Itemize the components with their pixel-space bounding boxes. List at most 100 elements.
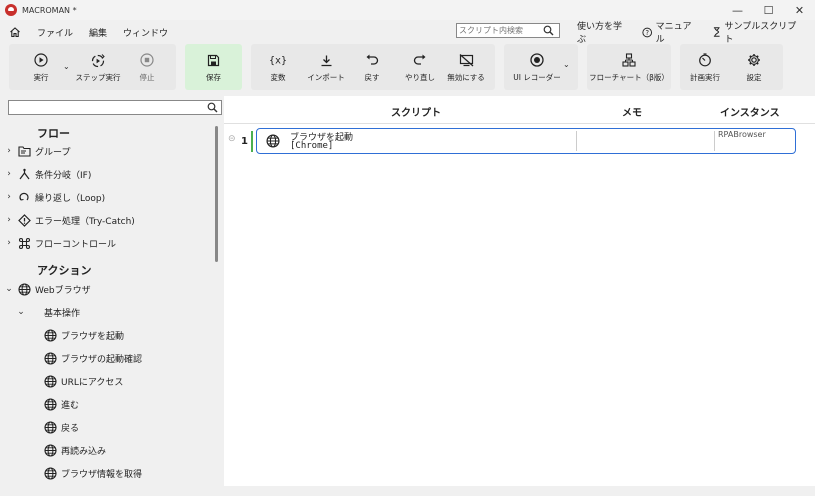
stop-label: 停止 — [139, 73, 155, 82]
tree-item-label: フローコントロール — [35, 239, 117, 250]
tree-item-label: 繰り返し（Loop) — [35, 193, 106, 204]
settings-button[interactable]: 設定 — [736, 44, 772, 90]
save-button[interactable]: 保存 — [185, 44, 242, 90]
action-back[interactable]: 戻る — [40, 418, 79, 436]
run-button[interactable]: 実行 — [24, 44, 58, 90]
tree-item-try-catch[interactable]: › エラー処理（Try-Catch) — [4, 211, 135, 229]
menu-file[interactable]: ファイル — [37, 26, 73, 39]
run-options-chevron-icon[interactable]: ⌄ — [63, 62, 70, 71]
action-check-browser[interactable]: ブラウザの起動確認 — [40, 349, 142, 367]
action-reload[interactable]: 再読み込み — [40, 441, 106, 459]
tree-item-group[interactable]: › グループ — [4, 142, 70, 160]
import-button[interactable]: インポート — [306, 44, 346, 90]
step-run-button[interactable]: ステップ実行 — [76, 44, 121, 90]
save-disk-icon — [207, 51, 220, 69]
schedule-button[interactable]: 計画実行 — [686, 44, 724, 90]
globe-icon — [42, 465, 58, 481]
tree-item-if[interactable]: › 条件分岐（IF) — [4, 165, 91, 183]
stop-button[interactable]: 停止 — [132, 44, 162, 90]
tree-item-label: 基本操作 — [44, 308, 81, 319]
redo-label: やり直し — [405, 73, 435, 82]
settings-label: 設定 — [746, 73, 762, 82]
sample-script-icon — [713, 27, 720, 37]
action-sidebar: フロー › グループ › 条件分岐（IF) › 繰り返し（Loop) › エラー… — [0, 96, 224, 496]
ui-recorder-button[interactable]: UI レコーダー — [510, 44, 564, 90]
undo-label: 戻す — [364, 73, 380, 82]
flowchart-button[interactable]: フローチャート（β版） — [587, 44, 671, 90]
column-divider — [714, 131, 715, 151]
action-label: URLにアクセス — [61, 377, 124, 388]
sample-script-link[interactable]: サンプルスクリプト — [712, 19, 801, 45]
row-number: 1 — [241, 136, 248, 147]
globe-icon — [42, 419, 58, 435]
save-label: 保存 — [206, 73, 221, 82]
flowchart-icon — [622, 51, 636, 69]
variable-icon: {x} — [270, 51, 286, 69]
redo-button[interactable]: やり直し — [402, 44, 438, 90]
folder-icon — [16, 143, 32, 159]
action-label: ブラウザ情報を取得 — [61, 469, 143, 480]
collapse-chevron-icon[interactable]: ⌄ — [4, 284, 14, 294]
action-search-input[interactable] — [9, 101, 199, 114]
action-label: 進む — [61, 400, 80, 411]
action-section-header: アクション — [37, 264, 92, 277]
svg-text:{x}: {x} — [270, 56, 286, 67]
tree-item-web-browser[interactable]: ⌄ Webブラウザ — [4, 280, 91, 298]
disable-screen-icon — [459, 51, 474, 69]
sidebar-scrollbar[interactable] — [215, 126, 218, 262]
tree-item-basic-ops[interactable]: ⌄ 基本操作 — [16, 303, 80, 321]
timer-icon — [698, 51, 712, 69]
close-button[interactable]: ✕ — [784, 0, 815, 20]
action-browser-info[interactable]: ブラウザ情報を取得 — [40, 464, 142, 482]
globe-icon — [42, 327, 58, 343]
variable-button[interactable]: {x} 変数 — [262, 44, 294, 90]
globe-icon — [42, 350, 58, 366]
learn-link-label: 使い方を学ぶ — [577, 22, 623, 45]
script-row[interactable]: ⊝ 1 ブラウザを起動 [Chrome] RPABrowser — [224, 128, 815, 154]
menu-edit[interactable]: 編集 — [89, 26, 107, 39]
search-icon[interactable] — [207, 102, 218, 116]
window-controls: — ☐ ✕ — [722, 0, 815, 20]
action-launch-browser[interactable]: ブラウザを起動 — [40, 326, 124, 344]
search-icon[interactable] — [543, 25, 554, 39]
schedule-label: 計画実行 — [690, 73, 720, 82]
expand-chevron-icon[interactable]: › — [4, 238, 14, 248]
warning-icon — [16, 212, 32, 228]
manual-link[interactable]: ? マニュアル — [642, 19, 698, 45]
globe-icon — [266, 134, 280, 151]
tree-item-flow-control[interactable]: › フローコントロール — [4, 234, 116, 252]
minimize-button[interactable]: — — [722, 0, 753, 20]
expand-chevron-icon[interactable]: › — [4, 192, 14, 202]
script-search-input[interactable] — [457, 26, 537, 35]
action-tree: フロー › グループ › 条件分岐（IF) › 繰り返し（Loop) › エラー… — [0, 120, 214, 486]
disable-button[interactable]: 無効にする — [446, 44, 486, 90]
recorder-options-chevron-icon[interactable]: ⌄ — [563, 60, 570, 69]
maximize-button[interactable]: ☐ — [753, 0, 784, 20]
tree-item-label: エラー処理（Try-Catch) — [35, 216, 135, 227]
globe-icon — [42, 373, 58, 389]
tree-item-label: Webブラウザ — [35, 285, 91, 296]
column-header-instance: インスタンス — [720, 108, 780, 119]
expand-chevron-icon[interactable]: › — [4, 169, 14, 179]
redo-icon — [413, 51, 427, 69]
expand-chevron-icon[interactable]: › — [4, 215, 14, 225]
help-circle-icon: ? — [642, 27, 653, 37]
collapse-chevron-icon[interactable]: ⌄ — [16, 307, 26, 317]
script-step-box[interactable]: ブラウザを起動 [Chrome] RPABrowser — [256, 128, 796, 154]
learn-link[interactable]: 使い方を学ぶ — [577, 19, 628, 45]
gear-icon — [747, 51, 761, 69]
tree-item-label: 条件分岐（IF) — [35, 170, 92, 181]
action-access-url[interactable]: URLにアクセス — [40, 372, 123, 390]
collapse-toggle-icon[interactable]: ⊝ — [228, 134, 236, 144]
run-label: 実行 — [33, 73, 49, 82]
expand-chevron-icon[interactable]: › — [4, 146, 14, 156]
undo-icon — [365, 51, 379, 69]
step-parameter: [Chrome] — [290, 141, 334, 151]
menu-window[interactable]: ウィンドウ — [123, 26, 168, 39]
home-icon[interactable] — [9, 26, 21, 38]
column-header-script: スクリプト — [391, 108, 441, 119]
script-search-box — [456, 23, 560, 38]
action-forward[interactable]: 進む — [40, 395, 79, 413]
undo-button[interactable]: 戻す — [357, 44, 387, 90]
tree-item-loop[interactable]: › 繰り返し（Loop) — [4, 188, 105, 206]
